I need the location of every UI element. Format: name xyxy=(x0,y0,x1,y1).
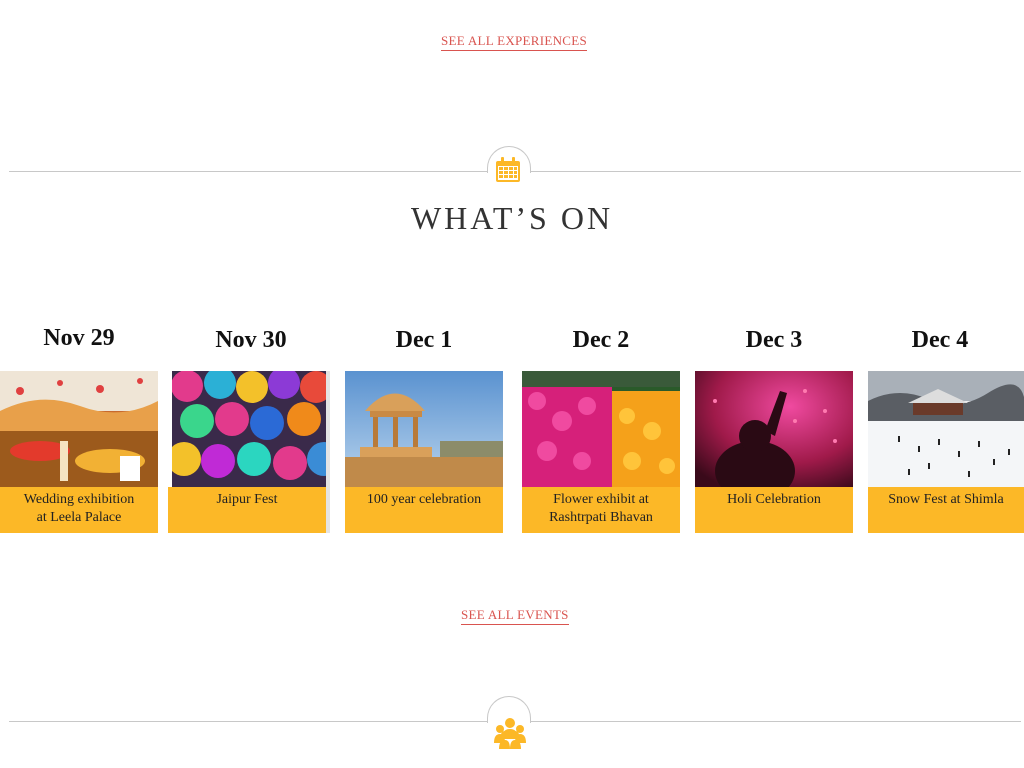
caption-line: Jaipur Fest xyxy=(216,492,278,507)
event-card[interactable]: Dec 3 Holi Celebration xyxy=(695,325,853,535)
section-badge xyxy=(487,146,531,182)
event-date: Dec 3 xyxy=(745,327,803,353)
see-all-experiences-link[interactable]: SEE ALL EXPERIENCES xyxy=(441,33,588,51)
event-card[interactable]: Dec 1 100 year celebration xyxy=(345,325,503,535)
event-caption: Snow Fest at Shimla xyxy=(868,487,1024,533)
section-title: WHAT’S ON xyxy=(410,200,614,236)
event-caption: Wedding exhibition at Leela Palace xyxy=(0,487,158,533)
event-date: Nov 29 xyxy=(43,325,115,351)
event-card[interactable]: Nov 30 Jaipur Fest xyxy=(168,325,330,535)
event-date: Dec 1 xyxy=(395,327,453,353)
caption-line: Holi Celebration xyxy=(727,492,821,507)
event-caption: 100 year celebration xyxy=(345,487,503,533)
event-date: Dec 2 xyxy=(572,327,630,353)
section-badge xyxy=(487,696,531,749)
event-caption: Jaipur Fest xyxy=(168,487,326,533)
sandstone-chhatri-image[interactable] xyxy=(345,371,503,489)
caption-line: Snow Fest at Shimla xyxy=(888,492,1004,507)
caption-line: Rashtrpati Bhavan xyxy=(549,510,653,525)
people-group-icon xyxy=(494,717,526,754)
event-card[interactable]: Dec 2 Flower exhibit at Rashtrpati Bhava… xyxy=(522,325,680,535)
calendar-icon xyxy=(493,155,523,190)
event-card[interactable]: Dec 4 Snow Fest at Shimla xyxy=(868,325,1024,535)
event-caption: Holi Celebration xyxy=(695,487,853,533)
wedding-venue-image[interactable] xyxy=(0,371,158,489)
card-shadow xyxy=(326,371,330,533)
event-card[interactable]: Nov 29 Wedding exhibition at Leela Palac… xyxy=(0,325,158,535)
event-date: Nov 30 xyxy=(215,327,287,353)
holi-powder-image[interactable] xyxy=(695,371,853,489)
see-all-events-link[interactable]: SEE ALL EVENTS xyxy=(461,607,569,625)
caption-line: Flower exhibit at xyxy=(553,492,649,507)
event-date: Dec 4 xyxy=(911,327,969,353)
event-caption: Flower exhibit at Rashtrpati Bhavan xyxy=(522,487,680,533)
caption-line: at Leela Palace xyxy=(36,510,122,525)
caption-line: 100 year celebration xyxy=(366,492,482,507)
flower-garlands-image[interactable] xyxy=(522,371,680,489)
colorful-umbrellas-image[interactable] xyxy=(172,371,330,489)
caption-line: Wedding exhibition xyxy=(23,492,135,507)
snowy-town-image[interactable] xyxy=(868,371,1024,489)
